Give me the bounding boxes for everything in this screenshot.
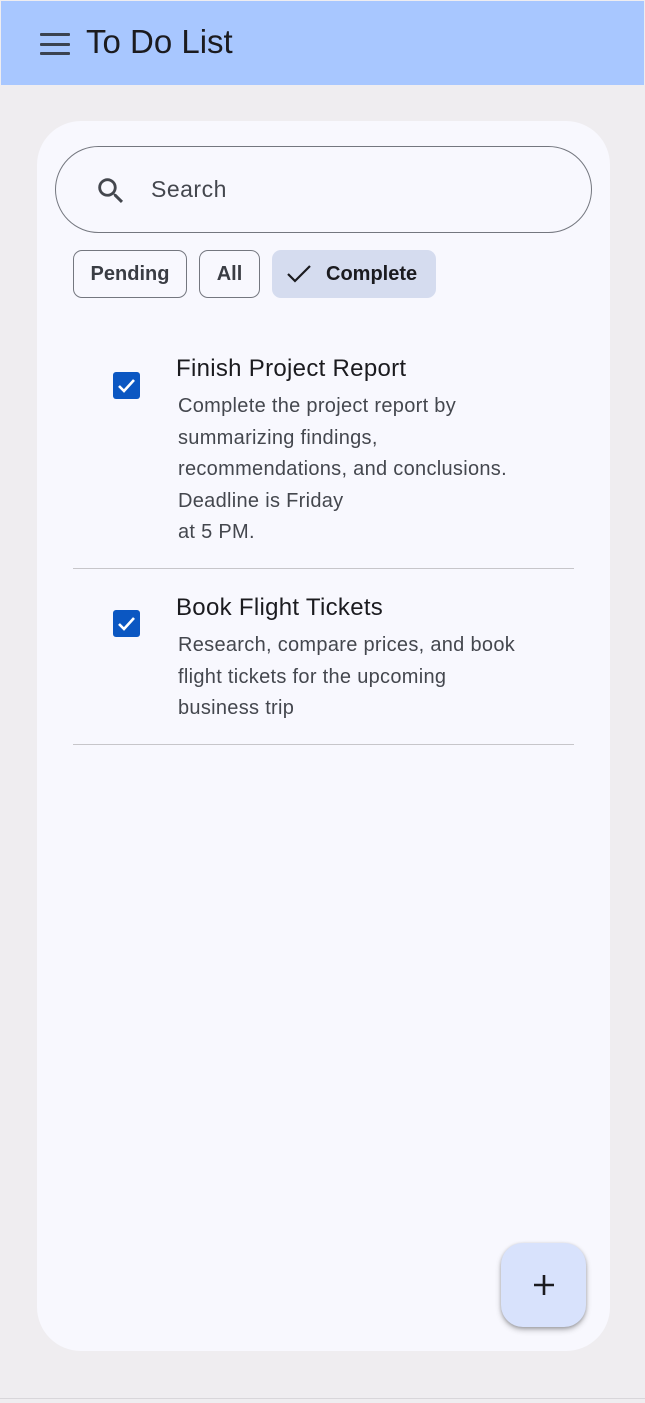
search-bar[interactable] (55, 146, 592, 233)
list-item: Finish Project Report Complete the proje… (73, 351, 574, 569)
task-title: Book Flight Tickets (176, 594, 384, 621)
task-description: Research, compare prices, and book fligh… (178, 634, 516, 719)
top-app-bar: To Do List (1, 1, 644, 85)
add-task-button[interactable] (501, 1243, 586, 1327)
search-input[interactable] (151, 167, 551, 211)
filter-chip-all[interactable]: All (199, 250, 260, 298)
filter-chip-complete[interactable]: Complete (272, 250, 436, 298)
task-title: Finish Project Report (176, 355, 407, 382)
checkmark-icon (118, 379, 135, 393)
task-description: Complete the project report by summarizi… (178, 395, 507, 543)
menu-icon[interactable] (40, 33, 72, 55)
search-icon[interactable] (94, 174, 128, 208)
chip-label: Complete (326, 262, 418, 285)
plus-icon (533, 1275, 554, 1295)
task-checkbox[interactable] (113, 372, 140, 399)
chip-label: All (216, 262, 243, 285)
list-item: Book Flight Tickets Research, compare pr… (73, 590, 574, 745)
checkmark-icon (118, 617, 135, 631)
task-checkbox[interactable] (113, 610, 140, 637)
filter-chip-pending[interactable]: Pending (73, 250, 187, 298)
page-title: To Do List (86, 23, 233, 60)
check-icon (287, 265, 311, 283)
task-card: Pending All Complete Finish Project Repo… (37, 121, 610, 1351)
chip-label: Pending (90, 262, 170, 285)
divider (0, 1398, 645, 1399)
